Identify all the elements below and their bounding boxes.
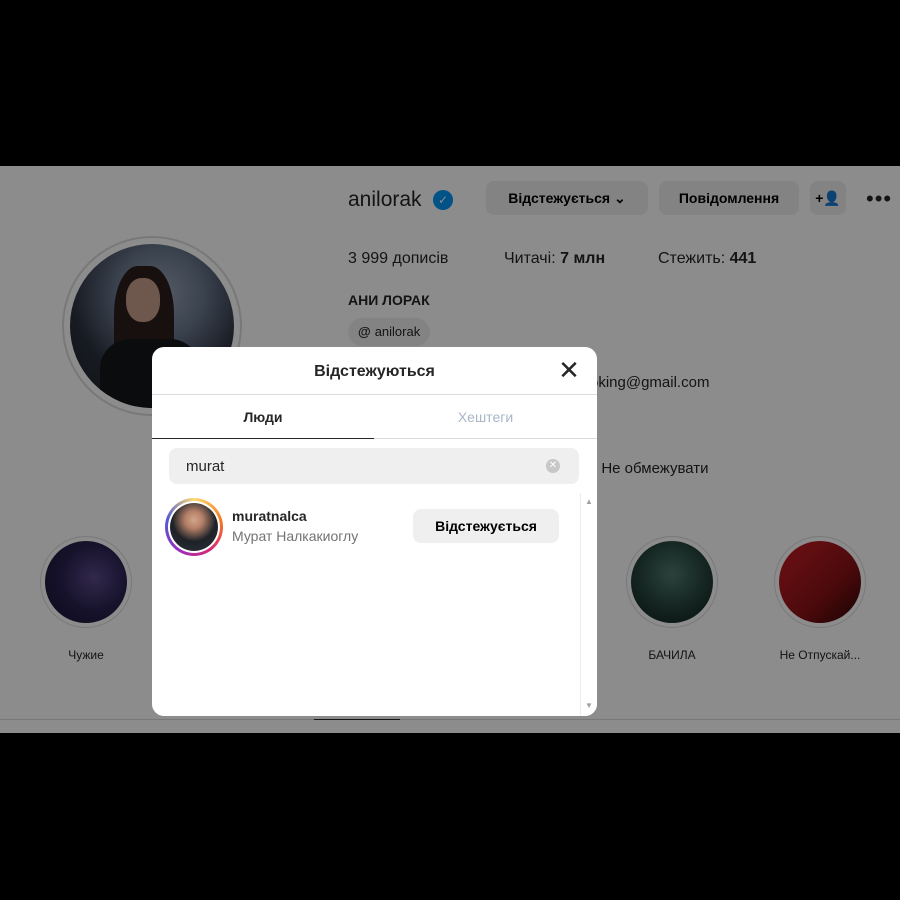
result-full-name: Мурат Налкакиоглу [232, 528, 359, 544]
tab-hashtags[interactable]: Хештеги [374, 395, 597, 439]
scrollbar[interactable]: ▲ ▼ [580, 493, 597, 716]
letterbox-top [0, 0, 900, 166]
result-username[interactable]: muratnalca [232, 508, 307, 524]
clear-search-icon[interactable]: ✕ [546, 459, 560, 473]
tab-people[interactable]: Люди [152, 395, 374, 439]
avatar[interactable] [165, 498, 223, 556]
search-box: ✕ [169, 448, 579, 484]
letterbox-bottom [0, 733, 900, 900]
scroll-down-icon[interactable]: ▼ [585, 701, 593, 710]
search-input[interactable] [186, 448, 536, 484]
dialog-title: Відстежуються [152, 347, 597, 395]
following-dialog: Відстежуються ✕ Люди Хештеги ✕ muratnalc… [152, 347, 597, 716]
scroll-up-icon[interactable]: ▲ [585, 497, 593, 506]
close-icon[interactable]: ✕ [555, 357, 583, 385]
following-button[interactable]: Відстежується [413, 509, 559, 543]
list-item[interactable]: muratnalca Мурат Налкакиоглу Відстежуєть… [152, 497, 580, 557]
